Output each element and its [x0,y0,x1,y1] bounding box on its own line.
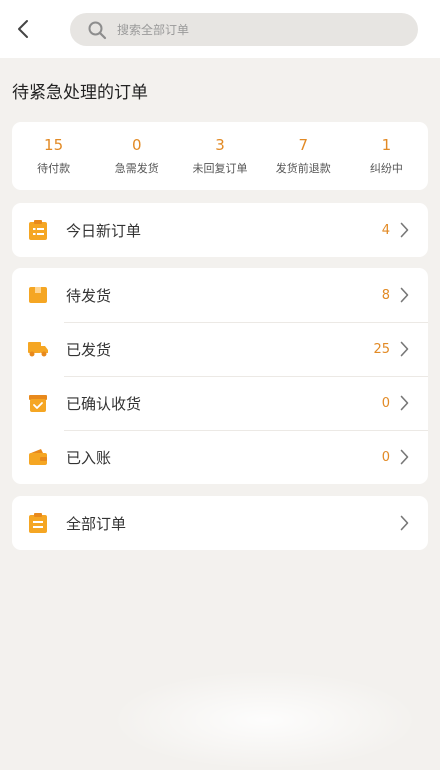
stat-label: 未回复订单 [192,162,248,175]
background-glow [110,670,420,770]
row-count: 0 [381,449,390,465]
section-title: 待紧急处理的订单 [12,83,148,103]
order-status-card: 待发货 8 已发货 25 已确认收货 0 已入账 0 [12,268,428,484]
chevron-right-icon [400,222,410,238]
wallet-icon [27,446,49,468]
clipboard-list-icon [27,219,49,241]
stat-unreplied-orders[interactable]: 3 未回复订单 [178,122,261,190]
stat-value: 3 [215,136,225,154]
top-bar [0,0,440,58]
row-label: 今日新订单 [66,221,142,240]
row-confirmed-receipt[interactable]: 已确认收货 0 [12,376,428,430]
truck-icon [27,338,49,360]
stat-label: 纠纷中 [369,162,403,175]
row-count: 8 [381,287,390,303]
stat-in-dispute[interactable]: 1 纠纷中 [345,122,428,190]
row-label: 待发货 [66,286,112,305]
stat-value: 15 [44,136,64,154]
row-label: 全部订单 [66,514,127,533]
today-new-orders-row[interactable]: 今日新订单 4 [12,203,428,257]
search-bar[interactable] [70,13,418,46]
stat-label: 急需发货 [114,162,159,175]
chevron-right-icon [400,449,410,465]
chevron-right-icon [400,515,410,531]
row-label: 已入账 [66,448,112,467]
chevron-right-icon [400,287,410,303]
stat-value: 7 [298,136,308,154]
chevron-right-icon [400,395,410,411]
row-credited[interactable]: 已入账 0 [12,430,428,484]
clipboard-icon [27,512,49,534]
all-orders-card: 全部订单 [12,496,428,550]
stat-pre-shipping-refund[interactable]: 7 发货前退款 [262,122,345,190]
check-box-icon [27,392,49,414]
chevron-right-icon [400,341,410,357]
stat-pending-payment[interactable]: 15 待付款 [12,122,95,190]
chevron-left-icon [18,20,28,38]
stat-value: 0 [132,136,142,154]
today-orders-card: 今日新订单 4 [12,203,428,257]
row-label: 已确认收货 [66,394,142,413]
stat-value: 1 [381,136,392,154]
row-count: 4 [381,222,390,238]
row-awaiting-shipment[interactable]: 待发货 8 [12,268,428,322]
all-orders-row[interactable]: 全部订单 [12,496,428,550]
box-icon [27,284,49,306]
back-button[interactable] [12,17,34,41]
row-label: 已发货 [66,340,112,359]
urgent-stats-card: 15 待付款 0 急需发货 3 未回复订单 7 发货前退款 1 纠纷中 [12,122,428,190]
row-count: 0 [381,395,390,411]
search-icon [87,20,107,40]
stat-label: 待付款 [37,162,71,175]
row-shipped[interactable]: 已发货 25 [12,322,428,376]
stat-label: 发货前退款 [275,162,331,175]
stat-urgent-shipping[interactable]: 0 急需发货 [95,122,178,190]
search-input[interactable] [117,22,387,37]
row-count: 25 [373,341,390,357]
